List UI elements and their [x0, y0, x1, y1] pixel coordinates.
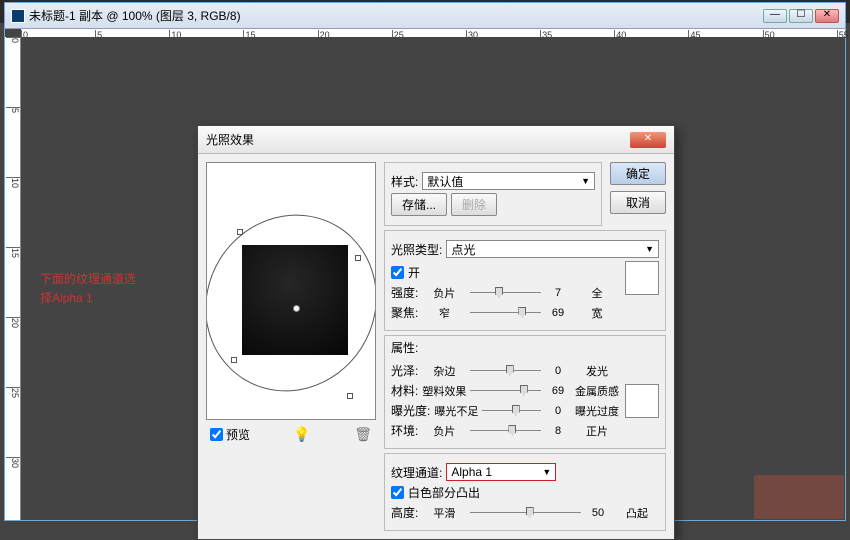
texture-channel-select[interactable]: Alpha 1▼ — [446, 463, 556, 481]
preview-box[interactable] — [206, 162, 376, 420]
exposure-label: 曝光度: — [391, 402, 430, 419]
material-label: 材料: — [391, 382, 418, 399]
light-on-checkbox[interactable]: 开 — [391, 264, 619, 281]
gloss-slider[interactable] — [470, 364, 541, 378]
chevron-down-icon: ▼ — [581, 176, 590, 186]
chevron-down-icon: ▼ — [542, 467, 551, 477]
dialog-titlebar[interactable]: 光照效果 ✕ — [198, 126, 674, 154]
ambience-slider[interactable] — [470, 424, 541, 438]
cancel-button[interactable]: 取消 — [610, 191, 666, 214]
light-handle[interactable] — [355, 255, 361, 261]
light-color-swatch[interactable] — [625, 261, 659, 295]
main-titlebar: 未标题-1 副本 @ 100% (图层 3, RGB/8) — ☐ ✕ — [5, 3, 845, 29]
save-button[interactable]: 存储... — [391, 193, 447, 216]
light-center[interactable] — [293, 305, 300, 312]
annotation-text: 下面的纹理通道选 择Alpha 1 — [40, 270, 136, 308]
watermark-bottom-right — [754, 475, 844, 519]
dialog-title: 光照效果 — [206, 131, 254, 148]
ambience-color-swatch[interactable] — [625, 384, 659, 418]
minimize-button[interactable]: — — [763, 9, 787, 23]
chevron-down-icon: ▼ — [645, 244, 654, 254]
preview-checkbox[interactable]: 预览 — [210, 426, 250, 443]
height-label: 高度: — [391, 504, 418, 521]
texture-label: 纹理通道: — [391, 464, 442, 481]
light-handle[interactable] — [347, 393, 353, 399]
focus-label: 聚焦: — [391, 304, 418, 321]
height-slider[interactable] — [470, 506, 581, 520]
light-ellipse[interactable] — [206, 182, 376, 420]
maximize-button[interactable]: ☐ — [789, 9, 813, 23]
ok-button[interactable]: 确定 — [610, 162, 666, 185]
intensity-label: 强度: — [391, 284, 418, 301]
main-title: 未标题-1 副本 @ 100% (图层 3, RGB/8) — [29, 7, 241, 24]
ruler-vertical: 0 5 10 15 20 25 30 — [5, 37, 21, 520]
lightbulb-icon[interactable]: 💡 — [293, 426, 310, 443]
props-label: 属性: — [391, 339, 418, 356]
intensity-slider[interactable] — [470, 286, 541, 300]
delete-button: 删除 — [451, 193, 497, 216]
trash-icon[interactable]: 🗑 — [354, 426, 372, 443]
ambience-label: 环境: — [391, 422, 418, 439]
light-handle[interactable] — [231, 357, 237, 363]
lighting-effects-dialog: 光照效果 ✕ 预览 💡 🗑 样式: — [197, 125, 675, 540]
focus-slider[interactable] — [470, 306, 541, 320]
gloss-label: 光泽: — [391, 362, 418, 379]
light-type-label: 光照类型: — [391, 241, 442, 258]
close-button[interactable]: ✕ — [815, 9, 839, 23]
style-select[interactable]: 默认值▼ — [422, 172, 595, 190]
style-label: 样式: — [391, 173, 418, 190]
white-high-checkbox[interactable]: 白色部分凸出 — [391, 484, 659, 501]
dialog-close-button[interactable]: ✕ — [630, 132, 666, 148]
light-handle[interactable] — [237, 229, 243, 235]
exposure-slider[interactable] — [482, 404, 541, 418]
light-type-select[interactable]: 点光▼ — [446, 240, 659, 258]
app-icon — [11, 9, 25, 23]
material-slider[interactable] — [470, 384, 541, 398]
